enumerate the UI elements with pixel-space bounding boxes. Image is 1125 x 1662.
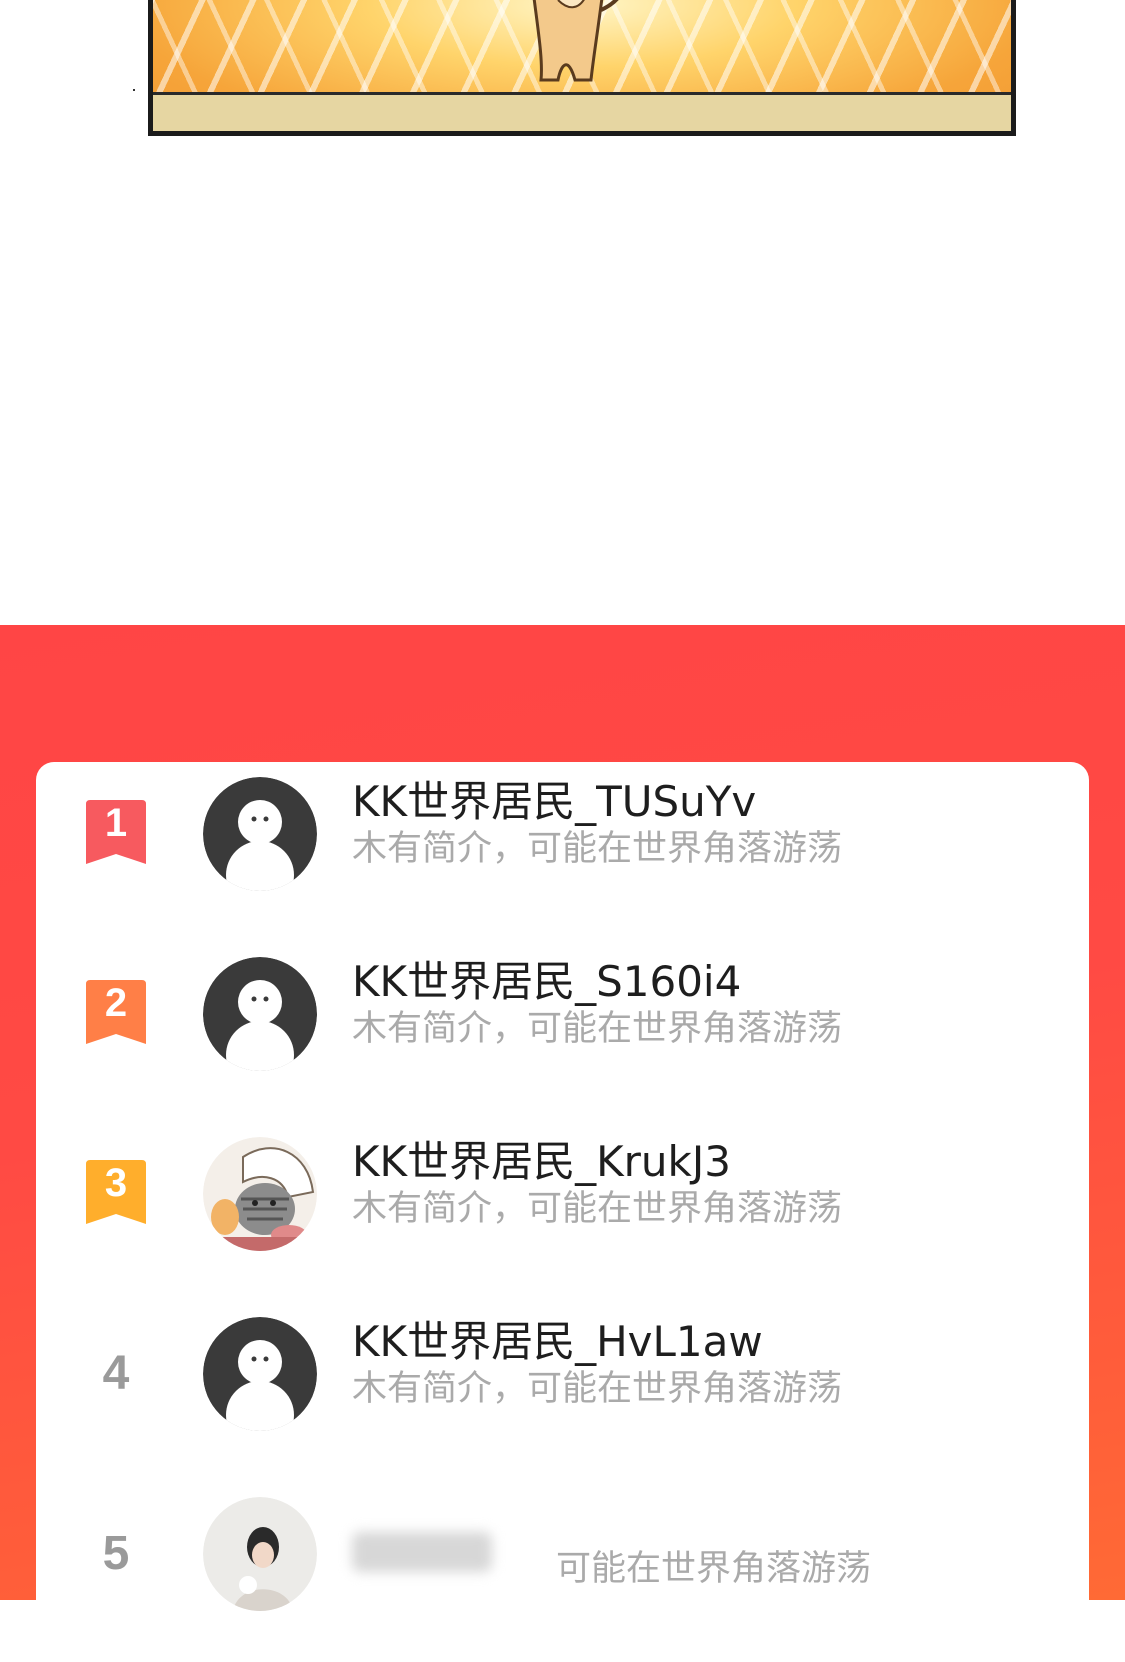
ranking-section: 1 KK世界居民_TUSuYv 木有简介，可能在世界角落游荡 2 KK世界居民_… [0, 625, 1125, 1662]
rank-number: 1 [104, 801, 128, 845]
ranking-row-4[interactable]: 4 KK世界居民_HvL1aw 木有简介，可能在世界角落游荡 [36, 1302, 1089, 1452]
rank-ribbon-badge-2: 2 [84, 980, 148, 1046]
comic-floor [153, 92, 1011, 131]
photo-avatar-icon[interactable] [203, 1497, 317, 1611]
blurred-username [352, 1532, 492, 1572]
rank-number: 5 [102, 1527, 130, 1580]
cat-illustration-icon [532, 0, 619, 82]
user-bio: 木有简介，可能在世界角落游荡 [352, 829, 843, 869]
ranking-row-3[interactable]: 3 KK世界居民_KrukJ3 木有简介，可能在世界角落游荡 [36, 1122, 1089, 1272]
user-bio: 木有简介，可能在世界角落游荡 [352, 1369, 843, 1409]
username[interactable]: KK世界居民_TUSuYv [352, 776, 756, 828]
ranking-row-2[interactable]: 2 KK世界居民_S160i4 木有简介，可能在世界角落游荡 [36, 942, 1089, 1092]
username[interactable]: KK世界居民_S160i4 [352, 956, 741, 1008]
rank-ribbon-badge-3: 3 [84, 1160, 148, 1226]
user-bio: 可能在世界角落游荡 [556, 1549, 872, 1589]
ranking-row-1[interactable]: 1 KK世界居民_TUSuYv 木有简介，可能在世界角落游荡 [36, 762, 1089, 912]
rank-number: 3 [104, 1161, 128, 1205]
ranking-row-5[interactable]: 5 可能在世界角落游荡 [36, 1482, 1089, 1632]
username[interactable]: KK世界居民_HvL1aw [352, 1316, 763, 1368]
default-avatar-icon[interactable] [203, 1317, 317, 1431]
comic-panel [148, 0, 1016, 136]
rank-number: 4 [102, 1347, 130, 1400]
rank-number: 2 [104, 981, 128, 1025]
user-bio: 木有简介，可能在世界角落游荡 [352, 1189, 843, 1229]
username[interactable]: KK世界居民_KrukJ3 [352, 1136, 731, 1188]
cat-avatar-icon[interactable] [203, 1137, 317, 1251]
ranking-card: 1 KK世界居民_TUSuYv 木有简介，可能在世界角落游荡 2 KK世界居民_… [36, 762, 1089, 1662]
stray-dot [133, 89, 135, 91]
user-bio: 木有简介，可能在世界角落游荡 [352, 1009, 843, 1049]
rank-ribbon-badge-1: 1 [84, 800, 148, 866]
default-avatar-icon[interactable] [203, 957, 317, 1071]
default-avatar-icon[interactable] [203, 777, 317, 891]
